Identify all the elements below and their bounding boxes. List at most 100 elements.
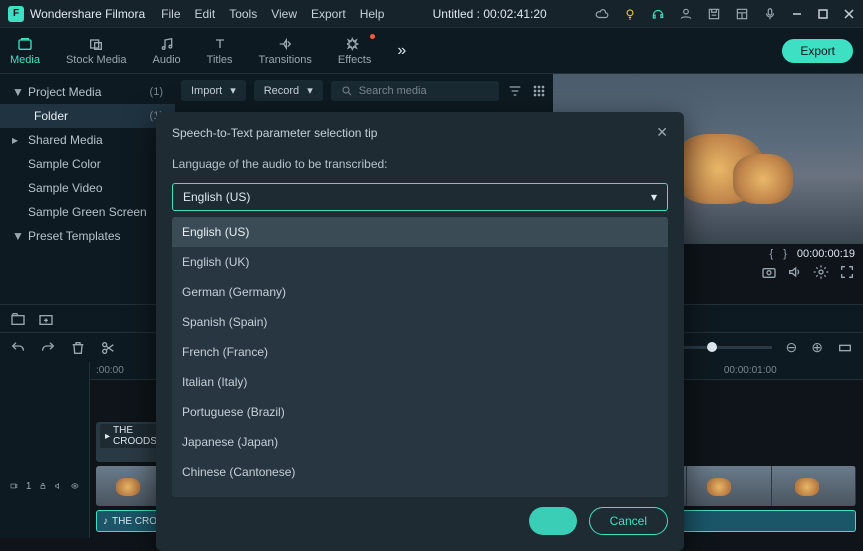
option-it[interactable]: Italian (Italy) — [172, 367, 668, 397]
tab-effects[interactable]: Effects — [338, 36, 371, 66]
menu-view[interactable]: View — [271, 7, 297, 21]
track-header-video[interactable] — [0, 422, 89, 462]
lightbulb-icon[interactable] — [623, 7, 637, 21]
sidebar-folder[interactable]: Folder (1) — [0, 104, 175, 128]
video-track-icon — [10, 481, 18, 491]
modal-title: Speech-to-Text parameter selection tip — [172, 126, 377, 140]
mark-out-icon[interactable]: } — [783, 248, 787, 260]
option-de[interactable]: German (Germany) — [172, 277, 668, 307]
close-icon[interactable] — [843, 8, 855, 20]
caret-right-icon: ▸ — [12, 133, 22, 147]
headphones-icon[interactable] — [651, 7, 665, 21]
zoom-slider[interactable] — [682, 346, 772, 349]
app-name: Wondershare Filmora — [30, 7, 145, 21]
volume-icon[interactable] — [787, 264, 803, 280]
sidebar-sample-video[interactable]: Sample Video — [0, 176, 175, 200]
ok-button[interactable] — [529, 507, 577, 535]
fullscreen-icon[interactable] — [839, 264, 855, 280]
minimize-icon[interactable] — [791, 8, 803, 20]
cut-icon[interactable] — [100, 340, 116, 356]
speech-to-text-modal: Speech-to-Text parameter selection tip ✕… — [156, 112, 684, 551]
record-dropdown[interactable]: Record ▾ — [254, 80, 323, 101]
export-button[interactable]: Export — [782, 39, 853, 63]
option-en-uk[interactable]: English (UK) — [172, 247, 668, 277]
language-select[interactable]: English (US) ▾ — [172, 183, 668, 211]
sidebar-sample-color[interactable]: Sample Color — [0, 152, 175, 176]
brand: F Wondershare Filmora — [8, 6, 145, 22]
option-pt[interactable]: Portuguese (Brazil) — [172, 397, 668, 427]
app-logo-icon: F — [8, 6, 24, 22]
music-note-icon: ♪ — [103, 516, 108, 527]
menu-help[interactable]: Help — [360, 7, 385, 21]
mic-icon[interactable] — [763, 7, 777, 21]
sidebar-sample-green[interactable]: Sample Green Screen — [0, 200, 175, 224]
redo-icon[interactable] — [40, 340, 56, 356]
grid-view-icon[interactable] — [531, 83, 547, 99]
sidebar-preset-templates[interactable]: ▼ Preset Templates — [0, 224, 175, 248]
notification-dot-icon — [370, 34, 375, 39]
modal-close-icon[interactable]: ✕ — [656, 124, 668, 141]
maximize-icon[interactable] — [817, 8, 829, 20]
tab-titles[interactable]: Titles — [207, 36, 233, 66]
cloud-icon[interactable] — [595, 7, 609, 21]
filter-icon[interactable] — [507, 83, 523, 99]
zoom-in-icon[interactable]: ⊕ — [811, 339, 823, 356]
more-tabs-icon[interactable]: » — [397, 42, 406, 60]
main-menu: File Edit Tools View Export Help — [161, 7, 384, 21]
option-fr[interactable]: French (France) — [172, 337, 668, 367]
menu-edit[interactable]: Edit — [195, 7, 216, 21]
media-sidebar: ▼ Project Media (1) Folder (1) ▸ Shared … — [0, 74, 175, 304]
caret-down-icon: ▼ — [12, 229, 22, 243]
track-headers: 1 — [0, 362, 90, 538]
modal-footer: Cancel — [156, 507, 684, 551]
tab-stock-media[interactable]: Stock Media — [66, 36, 127, 66]
delete-icon[interactable] — [70, 340, 86, 356]
tab-audio[interactable]: Audio — [153, 36, 181, 66]
new-folder-icon[interactable] — [38, 311, 54, 327]
snapshot-icon[interactable] — [761, 264, 777, 280]
transitions-icon — [277, 36, 293, 52]
sidebar-shared-media[interactable]: ▸ Shared Media — [0, 128, 175, 152]
option-en-us[interactable]: English (US) — [172, 217, 668, 247]
media-icon — [17, 36, 33, 52]
option-zh-tw[interactable]: Chinese (Mandarin, TW) — [172, 487, 668, 497]
option-ja[interactable]: Japanese (Japan) — [172, 427, 668, 457]
chevron-down-icon: ▾ — [307, 84, 313, 97]
user-icon[interactable] — [679, 7, 693, 21]
save-icon[interactable] — [707, 7, 721, 21]
fit-timeline-icon[interactable] — [837, 340, 853, 356]
document-title: Untitled : 00:02:41:20 — [400, 7, 579, 21]
play-icon: ▸ — [105, 431, 110, 442]
audio-icon — [159, 36, 175, 52]
menu-export[interactable]: Export — [311, 7, 346, 21]
menu-tools[interactable]: Tools — [229, 7, 257, 21]
track-header-main[interactable]: 1 — [0, 466, 89, 506]
layout-icon[interactable] — [735, 7, 749, 21]
lock-icon[interactable] — [39, 481, 47, 491]
title-bar: F Wondershare Filmora File Edit Tools Vi… — [0, 0, 863, 28]
chevron-down-icon: ▾ — [651, 190, 657, 204]
titles-icon — [212, 36, 228, 52]
search-input[interactable]: Search media — [331, 81, 499, 101]
tab-media[interactable]: Media — [10, 36, 40, 66]
option-zh-cant[interactable]: Chinese (Cantonese) — [172, 457, 668, 487]
search-icon — [341, 85, 353, 97]
cancel-button[interactable]: Cancel — [589, 507, 668, 535]
caret-down-icon: ▼ — [12, 85, 22, 99]
zoom-out-icon[interactable]: ⊖ — [786, 339, 798, 356]
visibility-icon[interactable] — [71, 481, 79, 491]
folder-icon[interactable] — [10, 311, 26, 327]
modal-header: Speech-to-Text parameter selection tip ✕ — [156, 112, 684, 153]
mark-in-icon[interactable]: { — [770, 248, 774, 260]
menu-file[interactable]: File — [161, 7, 180, 21]
preview-timecode: 00:00:00:19 — [797, 248, 855, 260]
chevron-down-icon: ▾ — [230, 84, 236, 97]
import-dropdown[interactable]: Import ▾ — [181, 80, 246, 101]
settings-icon[interactable] — [813, 264, 829, 280]
browser-toolbar: Import ▾ Record ▾ Search media — [181, 80, 547, 101]
mute-icon[interactable] — [55, 481, 63, 491]
undo-icon[interactable] — [10, 340, 26, 356]
option-es[interactable]: Spanish (Spain) — [172, 307, 668, 337]
tab-transitions[interactable]: Transitions — [259, 36, 312, 66]
sidebar-project-media[interactable]: ▼ Project Media (1) — [0, 80, 175, 104]
